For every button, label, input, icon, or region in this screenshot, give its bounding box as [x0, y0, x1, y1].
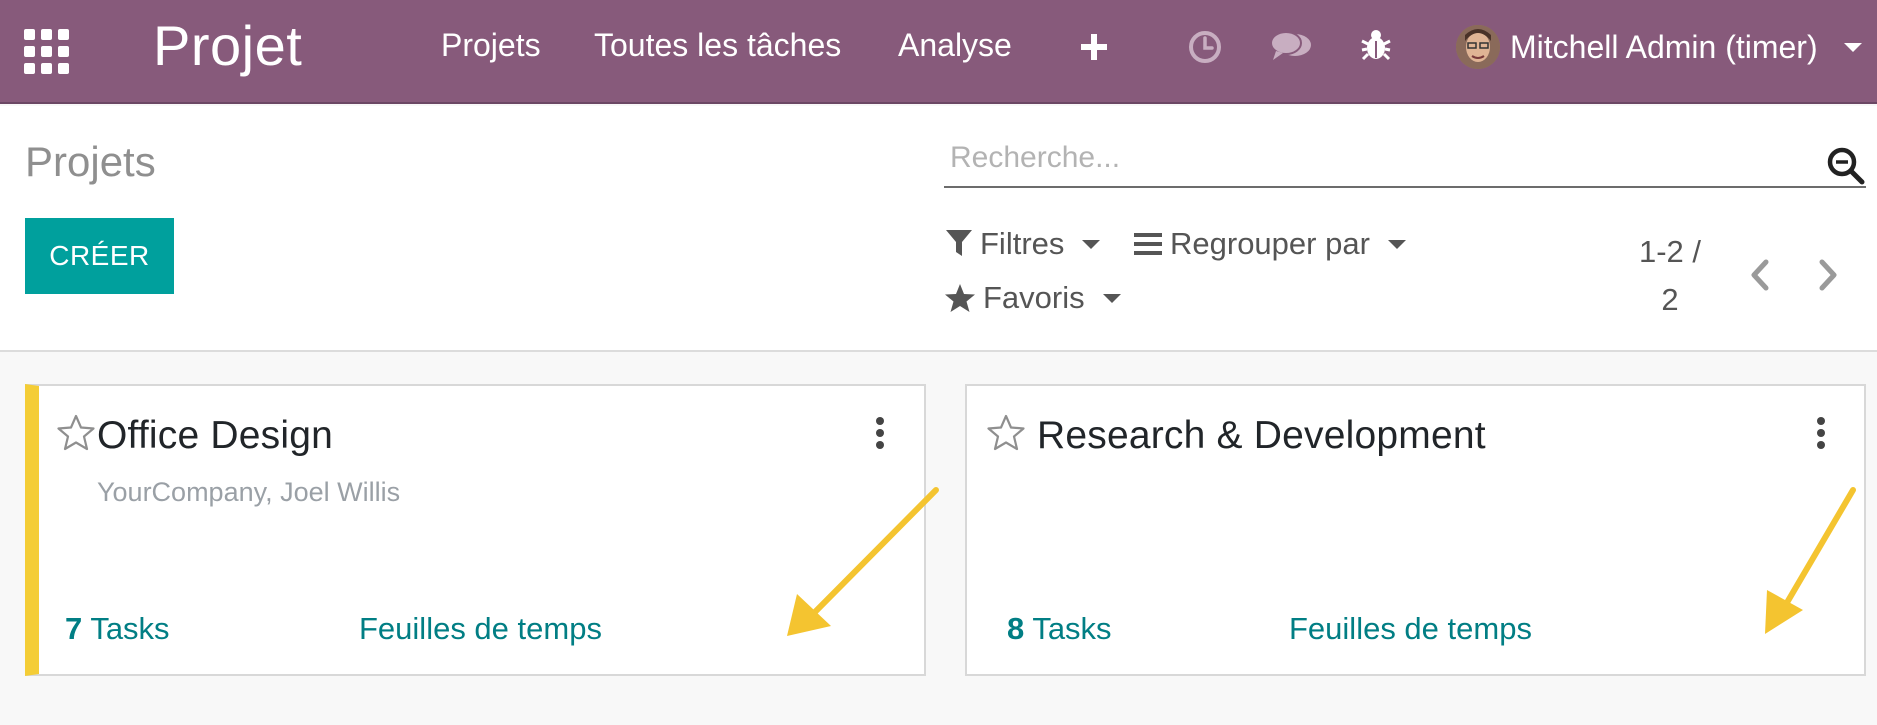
menu-item-analyse[interactable]: Analyse [898, 27, 1012, 64]
menu-item-toutes-les-taches[interactable]: Toutes les tâches [594, 27, 841, 64]
timesheets-link[interactable]: Feuilles de temps [1289, 611, 1532, 647]
bug-icon[interactable] [1361, 28, 1391, 62]
star-icon [945, 284, 975, 312]
pager-previous-icon[interactable] [1742, 250, 1778, 300]
annotation-arrow-icon [787, 487, 939, 636]
project-title[interactable]: Research & Development [1037, 414, 1486, 458]
pager-value[interactable]: 1-2 / 2 [1620, 228, 1720, 324]
user-name: Mitchell Admin (timer) [1510, 28, 1818, 65]
menu-item-projets[interactable]: Projets [441, 27, 541, 64]
project-title[interactable]: Office Design [97, 414, 333, 458]
task-count: 7 [65, 611, 83, 646]
top-navbar: Projet Projets Toutes les tâches Analyse [0, 0, 1877, 104]
filters-label: Filtres [980, 226, 1065, 261]
task-count: 8 [1007, 611, 1025, 646]
project-card-research-development[interactable]: Research & Development 8 Tasks Feuilles … [965, 384, 1866, 676]
groupby-label: Regrouper par [1170, 226, 1370, 261]
kebab-menu-icon[interactable] [1811, 416, 1831, 452]
project-card-office-design[interactable]: Office Design YourCompany, Joel Willis 7… [25, 384, 939, 676]
filter-icon [946, 230, 972, 256]
list-icon [1134, 233, 1162, 255]
tasks-label: Tasks [90, 611, 170, 646]
pager-range: 1-2 / [1638, 234, 1702, 269]
create-button[interactable]: CRÉER [25, 218, 174, 294]
breadcrumb: Projets [25, 138, 156, 185]
kanban-view: Office Design YourCompany, Joel Willis 7… [0, 352, 1877, 725]
groupby-button[interactable]: Regrouper par [1134, 226, 1406, 262]
pager-total: 2 [1661, 282, 1679, 317]
clock-icon[interactable] [1188, 30, 1222, 64]
app-brand[interactable]: Projet [153, 13, 302, 78]
tasks-link[interactable]: 7 Tasks [65, 611, 170, 647]
chat-icon[interactable] [1270, 30, 1312, 64]
caret-down-icon [1082, 239, 1101, 249]
filters-button[interactable]: Filtres [946, 226, 1101, 262]
apps-grid-icon[interactable] [24, 29, 70, 75]
tasks-link[interactable]: 8 Tasks [1007, 611, 1112, 647]
search-bar [944, 132, 1866, 188]
favorites-button[interactable]: Favoris [945, 280, 1121, 316]
control-panel: Projets CRÉER Filtres Regrouper par Favo… [0, 106, 1877, 352]
favorites-label: Favoris [983, 280, 1085, 315]
caret-down-icon [1102, 293, 1121, 303]
favorite-star-icon[interactable] [57, 414, 95, 452]
kebab-menu-icon[interactable] [870, 416, 890, 452]
search-icon[interactable] [1826, 146, 1866, 186]
search-input[interactable] [950, 138, 1800, 178]
plus-icon[interactable] [1081, 34, 1107, 60]
pager-next-icon[interactable] [1810, 250, 1846, 300]
favorite-star-icon[interactable] [987, 414, 1025, 452]
chevron-down-icon [1843, 42, 1862, 52]
user-menu[interactable]: Mitchell Admin (timer) [1456, 22, 1862, 72]
timesheets-link[interactable]: Feuilles de temps [359, 611, 602, 647]
tasks-label: Tasks [1032, 611, 1112, 646]
avatar [1456, 25, 1500, 69]
annotation-arrow-icon [1765, 487, 1856, 634]
caret-down-icon [1387, 239, 1406, 249]
project-subtitle: YourCompany, Joel Willis [97, 477, 401, 507]
